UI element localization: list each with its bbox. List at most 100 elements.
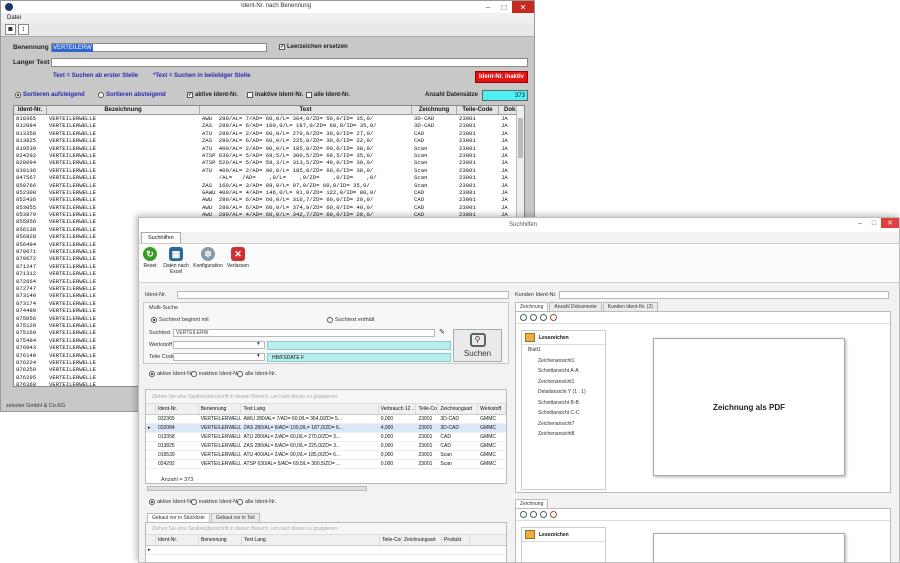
leerzeichen-checkbox[interactable]: ✓ Leerzeichen ersetzen	[279, 44, 348, 50]
reset-button[interactable]: ↻ Reset	[143, 247, 157, 269]
zoom-out-icon[interactable]	[530, 314, 537, 321]
column-header[interactable]: Teile-Code	[416, 404, 439, 414]
tab-teil[interactable]: Gebaut vor in Teil	[210, 513, 260, 522]
tab-stueckliste[interactable]: Gebaut vor in Stückliste	[147, 513, 210, 522]
column-header[interactable]: Produkt	[442, 535, 470, 545]
lower-alle-radio[interactable]: alle Ident-Nr.	[237, 499, 276, 505]
table-row[interactable]: 828094 VERTEILERWELLE ATSP 520/AL= 5/AD= 5…	[14, 159, 524, 166]
menu-datei[interactable]: Datei	[1, 13, 534, 23]
minimize-icon[interactable]: –	[853, 218, 867, 228]
table-row[interactable]: 839136 VERTEILERWELLE ATU 400/AL= 2/AD= 90…	[14, 167, 524, 174]
table-row[interactable]: 813825 VERTEILERWELLE ZAS 280/AL= 6/AD= 60…	[14, 137, 524, 144]
tree-node-view[interactable]: Schnittansicht C-C	[522, 408, 605, 419]
tab-kunden-ident[interactable]: Kunden Ident-Nr. (2)	[602, 302, 658, 311]
lower-aktive-radio[interactable]: aktive Ident-Nr.	[149, 499, 194, 505]
maximize-icon[interactable]: □	[867, 218, 881, 228]
column-header[interactable]: Bezeichnung	[47, 106, 200, 114]
close-icon[interactable]: ✕	[881, 218, 899, 228]
print-icon[interactable]	[550, 314, 557, 321]
inaktive-radio[interactable]: inaktive Ident-Nr.	[191, 371, 240, 377]
table-row[interactable]: 812084 VERTEILERWELLE ZAS 280/AL= 6/AD= 10…	[14, 122, 524, 129]
tree-node-view[interactable]: Zeichenansicht1	[522, 356, 605, 367]
table-row[interactable]: 850766 VERTEILERWELLE ZAS 160/AL= 3/AD= 89…	[14, 182, 524, 189]
excel-button[interactable]: ▦ Daten nach Excel	[163, 247, 189, 275]
tab-anzahl-dokumente[interactable]: Anzahl Dokumente	[549, 302, 602, 311]
column-header[interactable]: Ident-Nr.	[156, 535, 199, 545]
binoculars-icon[interactable]: ◙	[5, 24, 16, 35]
sort-desc-radio[interactable]: Sortieren absteigend	[98, 92, 166, 98]
begins-radio[interactable]: Suchtext beginnt mit	[151, 317, 209, 323]
fit-page-icon[interactable]	[540, 511, 547, 518]
table-row[interactable]: 810365 VERTEILERWELLE AWU 280/AL= 7/AD= 60…	[14, 115, 524, 122]
grid-row[interactable]: ▸ 032084 VERTEILERWELLE ZAS 280/AL= 6/AD= 1…	[146, 424, 506, 433]
grid-row[interactable]: 024292 VERTEILERWELLE ATSP 630/AL= 5/AD= 6…	[146, 460, 506, 469]
table-row[interactable]: 819539 VERTEILERWELLE ATU 400/AL= 2/AD= 90…	[14, 145, 524, 152]
inaktive-checkbox[interactable]: inaktive Ident-Nr.	[247, 92, 303, 98]
column-header[interactable]: Text	[200, 106, 412, 114]
column-header[interactable]	[146, 404, 156, 414]
grid-row[interactable]: 019539 VERTEILERWELLE ATU 400/AL= 2/AD= 90…	[146, 451, 506, 460]
tree-node-view[interactable]: Schnittansicht B-B	[522, 398, 605, 409]
column-header[interactable]	[146, 535, 156, 545]
column-header[interactable]: Text Lang	[241, 404, 379, 414]
tab-zeichnung[interactable]: Zeichnung	[515, 302, 549, 311]
aktive-radio[interactable]: aktive Ident-Nr.	[149, 371, 194, 377]
ribbon-tab-suchhilfen[interactable]: Suchhilfen	[141, 232, 181, 243]
column-header[interactable]: Benennung	[199, 404, 242, 414]
verlassen-button[interactable]: ✕ Verlassen	[227, 247, 249, 269]
column-header[interactable]: Werkstoff	[478, 404, 506, 414]
tree-node-view[interactable]: Detailansicht Y (1 : 1)	[522, 387, 605, 398]
benennung-input[interactable]: VERTEILERW	[51, 43, 267, 52]
table-row[interactable]: 852436 VERTEILERWELLE AWU 280/AL= 6/AD= 60…	[14, 196, 524, 203]
sort-icon[interactable]: ↕	[18, 24, 29, 35]
close-icon[interactable]: ✕	[512, 1, 534, 13]
table-row[interactable]: 852308 VERTEILERWELLE GAWU 400/AL= 4/AD= 1…	[14, 189, 524, 196]
tab-zeichnung-lower[interactable]: Zeichnung	[515, 499, 549, 508]
tree-node-view[interactable]: Zeichenansicht7	[522, 419, 605, 430]
minimize-icon[interactable]: –	[480, 1, 496, 13]
werkstoff-select[interactable]	[173, 341, 265, 349]
table-row[interactable]: 813358 VERTEILERWELLE ATU 280/AL= 2/AD= 60…	[14, 130, 524, 137]
column-header[interactable]: Teile-Code	[457, 106, 499, 114]
column-header[interactable]: Verbrauch 12 ...	[379, 404, 417, 414]
aktive-checkbox[interactable]: ✓ aktive Ident-Nr.	[187, 92, 238, 98]
alle-checkbox[interactable]: alle Ident-Nr.	[306, 92, 350, 98]
grid-row[interactable]: 032365 VERTEILERWELLE AWU 280/AL= 7/AD= 60…	[146, 415, 506, 424]
tree-node-view[interactable]: Schnittansicht A-A	[522, 366, 605, 377]
tree-node-view[interactable]: Zeichenansicht8	[522, 429, 605, 440]
ident-input[interactable]	[177, 291, 509, 299]
table-row[interactable]: 847567 VERTEILERWELLE /AL= /AD= ,0/L= ,0/…	[14, 174, 524, 181]
alle-radio[interactable]: alle Ident-Nr.	[237, 371, 276, 377]
horizontal-scrollbar[interactable]	[147, 486, 367, 491]
table-row[interactable]: 824292 VERTEILERWELLE ATSP 630/AL= 5/AD= 6…	[14, 152, 524, 159]
chevron-down-icon[interactable]: ▾	[257, 341, 260, 347]
print-icon[interactable]	[550, 511, 557, 518]
column-header[interactable]: Ident-Nr.	[156, 404, 199, 414]
column-header[interactable]: Zeichnungsart	[402, 535, 442, 545]
tree-node-sheet[interactable]: Blatt1	[522, 345, 605, 356]
zoom-in-icon[interactable]	[520, 511, 527, 518]
kunden-ident-input[interactable]	[559, 291, 889, 299]
column-header[interactable]: Benennung	[199, 535, 242, 545]
column-header[interactable]: Text Lang	[242, 535, 380, 545]
column-header[interactable]: Zeichnung	[412, 106, 457, 114]
contains-radio[interactable]: Suchtext enthält	[327, 317, 374, 323]
suchen-button[interactable]: ⚲ Suchen	[453, 329, 502, 362]
zoom-in-icon[interactable]	[520, 314, 527, 321]
teilecode-select[interactable]	[173, 353, 265, 361]
zoom-out-icon[interactable]	[530, 511, 537, 518]
grid-row[interactable]: 013825 VERTEILERWELLE ZAS 280/AL= 6/AD= 60…	[146, 442, 506, 451]
table-row[interactable]: 853055 VERTEILERWELLE AWU 280/AL= 6/AD= 60…	[14, 204, 524, 211]
column-header[interactable]: Zeichnungsart	[438, 404, 479, 414]
sort-asc-radio[interactable]: Sortieren aufsteigend	[15, 92, 85, 98]
edit-icon[interactable]: ✎	[439, 328, 445, 336]
maximize-icon[interactable]: □	[496, 1, 512, 13]
chevron-down-icon[interactable]: ▾	[257, 353, 260, 359]
tree-node-view[interactable]: Zeichenansicht1	[522, 377, 605, 388]
suchtext-input[interactable]: VERTEILERW	[173, 329, 435, 337]
lower-inaktive-radio[interactable]: inaktive Ident-Nr.	[191, 499, 240, 505]
scroll-thumb[interactable]	[518, 118, 523, 158]
fit-page-icon[interactable]	[540, 314, 547, 321]
column-header[interactable]: Teile-Code	[380, 535, 402, 545]
konfiguration-button[interactable]: ✲ Konfiguration	[193, 247, 223, 269]
